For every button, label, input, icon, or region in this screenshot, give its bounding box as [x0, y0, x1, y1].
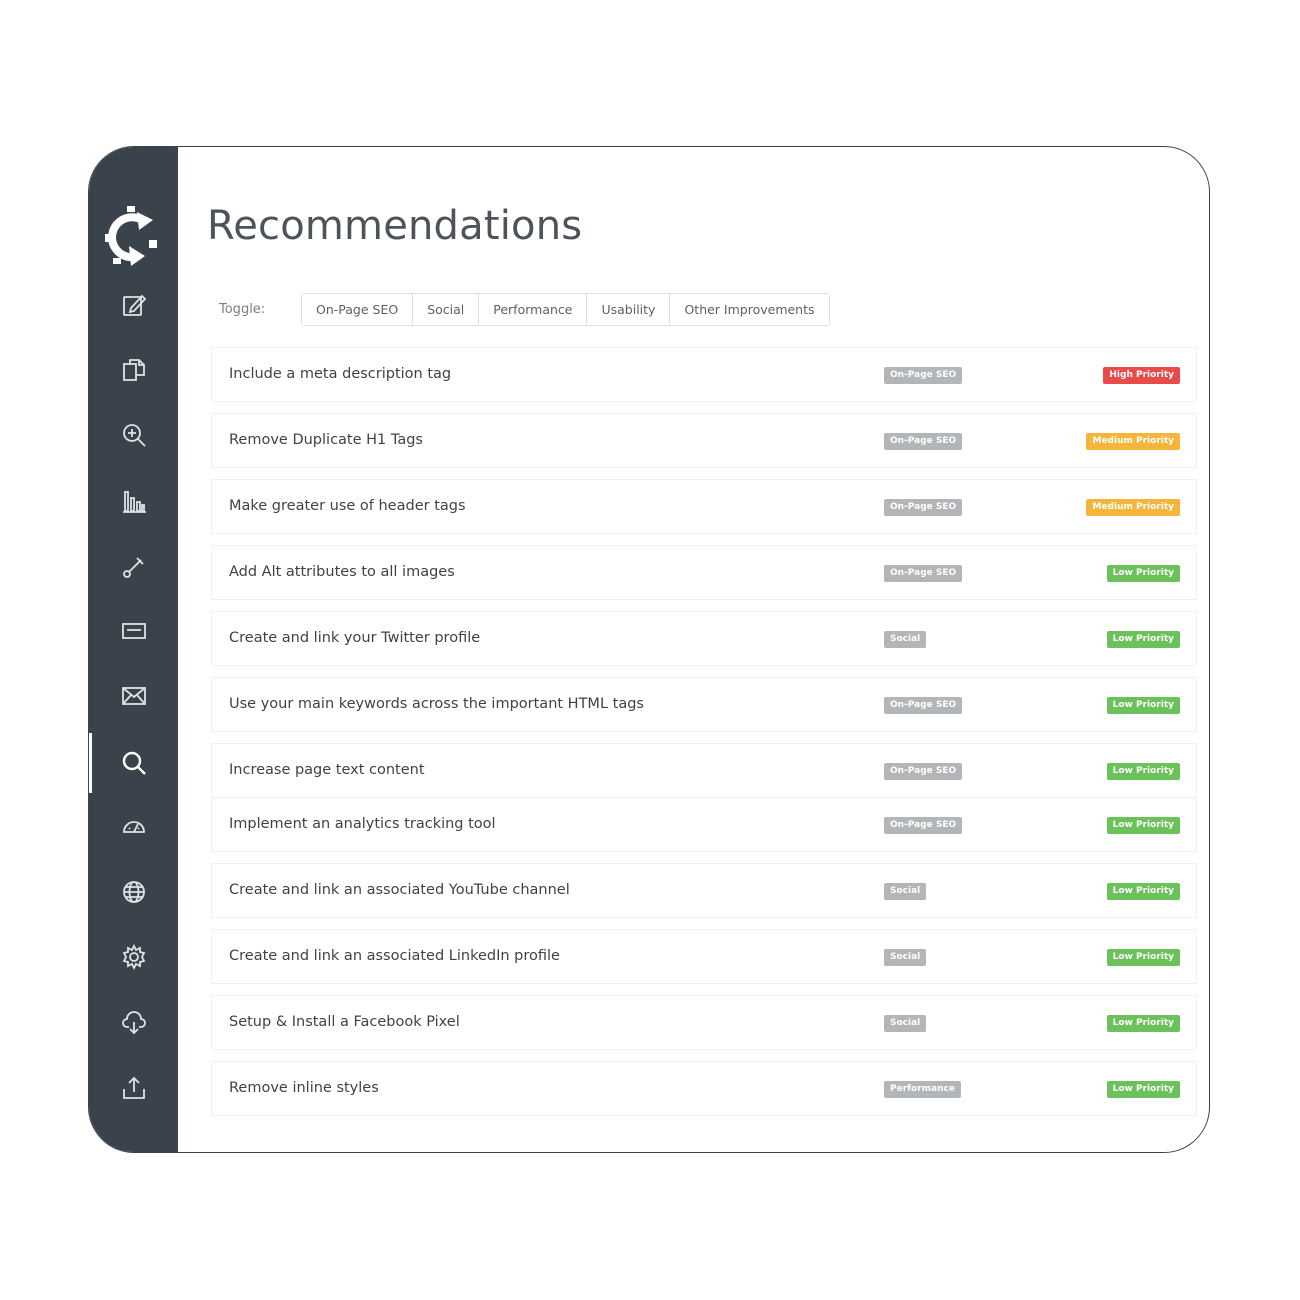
- app-window: Recommendations Toggle: On-Page SEO Soci…: [88, 146, 1210, 1153]
- recommendation-title: Make greater use of header tags: [229, 498, 466, 514]
- recommendation-title: Implement an analytics tracking tool: [229, 816, 496, 832]
- priority-badge: Low Priority: [1106, 697, 1180, 714]
- priority-badge: Low Priority: [1106, 631, 1180, 648]
- recommendation-title: Remove inline styles: [229, 1080, 379, 1096]
- recommendation-row[interactable]: Create and link an associated YouTube ch…: [211, 863, 1197, 918]
- link-icon: [122, 557, 144, 578]
- recommendation-title: Create and link an associated YouTube ch…: [229, 882, 570, 898]
- bar-chart-icon: [122, 491, 146, 513]
- recommendation-row[interactable]: Create and link an associated LinkedIn p…: [211, 929, 1197, 984]
- recommendation-row[interactable]: Remove inline styles Performance Low Prior…: [211, 1061, 1197, 1116]
- priority-badge: Low Priority: [1106, 883, 1180, 900]
- page-title: Recommendations: [207, 203, 583, 249]
- recommendation-title: Increase page text content: [229, 762, 425, 778]
- nav-edit[interactable]: [89, 275, 178, 335]
- priority-badge: Low Priority: [1106, 949, 1180, 966]
- priority-badge: Low Priority: [1106, 1015, 1180, 1032]
- recommendation-row[interactable]: Include a meta description tag On-Page SE…: [211, 347, 1197, 402]
- recommendation-row[interactable]: Make greater use of header tags On-Page S…: [211, 479, 1197, 534]
- toggle-label: Toggle:: [219, 302, 266, 317]
- gear-sync-logo-icon[interactable]: [101, 204, 163, 274]
- category-badge: On-Page SEO: [884, 499, 963, 516]
- recommendation-row[interactable]: Setup & Install a Facebook Pixel Social Lo…: [211, 995, 1197, 1050]
- recommendation-row[interactable]: Remove Duplicate H1 Tags On-Page SEO Mediu…: [211, 413, 1197, 468]
- recommendation-row[interactable]: Implement an analytics tracking tool On-P…: [211, 797, 1197, 852]
- nav-mail[interactable]: [89, 666, 178, 726]
- cloud-download-icon: [121, 1011, 146, 1035]
- recommendation-title: Use your main keywords across the import…: [229, 696, 644, 712]
- category-badge: Social: [884, 883, 927, 900]
- documents-icon: [122, 359, 145, 381]
- priority-badge: Low Priority: [1106, 763, 1180, 780]
- mail-icon: [121, 687, 146, 705]
- toggle-other-improvements[interactable]: Other Improvements: [670, 294, 829, 325]
- recommendation-row[interactable]: Create and link your Twitter profile Soci…: [211, 611, 1197, 666]
- recommendation-title: Remove Duplicate H1 Tags: [229, 432, 423, 448]
- category-badge: Social: [884, 949, 927, 966]
- nav-reports[interactable]: [89, 601, 178, 661]
- search-icon: [122, 751, 146, 775]
- toggle-group: On-Page SEO Social Performance Usability…: [301, 293, 830, 326]
- nav-export[interactable]: [89, 1058, 178, 1118]
- nav-search[interactable]: [89, 733, 178, 793]
- nav-speed[interactable]: [89, 797, 178, 857]
- recommendation-title: Create and link an associated LinkedIn p…: [229, 948, 560, 964]
- globe-icon: [122, 881, 145, 903]
- category-badge: On-Page SEO: [884, 367, 963, 384]
- category-badge: Social: [884, 631, 927, 648]
- category-badge: On-Page SEO: [884, 433, 963, 450]
- toggle-performance[interactable]: Performance: [479, 294, 588, 325]
- recommendation-title: Include a meta description tag: [229, 366, 452, 382]
- edit-icon: [122, 294, 146, 316]
- recommendation-row[interactable]: Add Alt attributes to all images On-Page …: [211, 545, 1197, 600]
- main-content: Recommendations Toggle: On-Page SEO Soci…: [178, 147, 1209, 1152]
- toggle-on-page-seo[interactable]: On-Page SEO: [302, 294, 414, 325]
- category-badge: On-Page SEO: [884, 763, 963, 780]
- priority-badge: Low Priority: [1106, 565, 1180, 582]
- category-badge: On-Page SEO: [884, 565, 963, 582]
- gauge-icon: [122, 821, 145, 833]
- zoom-in-icon: [122, 424, 146, 447]
- recommendation-title: Create and link your Twitter profile: [229, 630, 481, 646]
- priority-badge: Low Priority: [1106, 817, 1180, 834]
- nav-documents[interactable]: [89, 340, 178, 400]
- nav-backlinks[interactable]: [89, 537, 178, 597]
- priority-badge: Low Priority: [1106, 1081, 1180, 1098]
- priority-badge: Medium Priority: [1086, 499, 1180, 516]
- upload-icon: [122, 1076, 145, 1099]
- category-badge: Social: [884, 1015, 927, 1032]
- gear-icon: [122, 944, 145, 970]
- nav-settings[interactable]: [89, 927, 178, 987]
- nav-download[interactable]: [89, 993, 178, 1053]
- toggle-social[interactable]: Social: [413, 294, 480, 325]
- recommendation-row[interactable]: Increase page text content On-Page SEO Low…: [211, 743, 1197, 798]
- nav-zoom[interactable]: [89, 405, 178, 465]
- category-badge: On-Page SEO: [884, 697, 963, 714]
- priority-badge: High Priority: [1103, 367, 1180, 384]
- recommendation-title: Add Alt attributes to all images: [229, 564, 455, 580]
- recommendation-row[interactable]: Use your main keywords across the import…: [211, 677, 1197, 732]
- recommendation-title: Setup & Install a Facebook Pixel: [229, 1014, 460, 1030]
- category-badge: On-Page SEO: [884, 817, 963, 834]
- sidebar: [89, 147, 178, 1152]
- nav-rankings[interactable]: [89, 471, 178, 531]
- toggle-usability[interactable]: Usability: [587, 294, 671, 325]
- nav-global[interactable]: [89, 862, 178, 922]
- priority-badge: Medium Priority: [1086, 433, 1180, 450]
- category-badge: Performance: [884, 1081, 961, 1098]
- card-icon: [121, 623, 146, 639]
